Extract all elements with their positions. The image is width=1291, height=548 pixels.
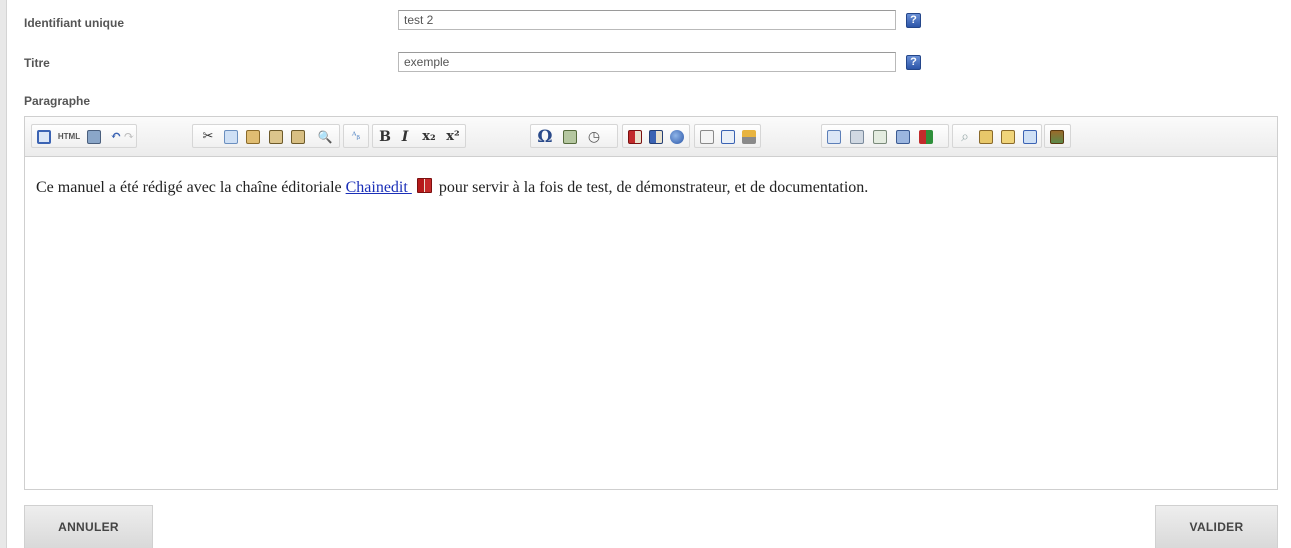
book-icon[interactable] bbox=[647, 128, 665, 146]
cancel-button[interactable]: ANNULER bbox=[24, 505, 153, 548]
bold-button[interactable]: B bbox=[376, 128, 394, 146]
redo-icon[interactable]: ↷ bbox=[124, 128, 135, 146]
paragraph-text: Ce manuel a été rédigé avec la chaîne éd… bbox=[36, 179, 346, 196]
popup-icon[interactable] bbox=[719, 128, 737, 146]
replace-icon[interactable]: ᴬᵦ bbox=[347, 128, 365, 146]
identifier-label: Identifiant unique bbox=[24, 16, 124, 30]
chainedit-link[interactable]: Chainedit bbox=[346, 179, 412, 196]
image-icon[interactable] bbox=[1048, 128, 1066, 146]
book-icon bbox=[416, 178, 432, 193]
subscript-button[interactable]: x₂ bbox=[418, 128, 440, 146]
toolbar-group-books bbox=[622, 124, 690, 148]
find-icon[interactable]: 🔍 bbox=[316, 128, 334, 146]
html-source-button[interactable]: HTML bbox=[56, 128, 82, 146]
edit-icon[interactable] bbox=[977, 128, 995, 146]
copy-icon[interactable] bbox=[222, 128, 240, 146]
cut-icon[interactable]: ✂ bbox=[199, 128, 217, 146]
media-icon[interactable] bbox=[871, 128, 889, 146]
title-label: Titre bbox=[24, 56, 50, 70]
paste-text-icon[interactable] bbox=[267, 128, 285, 146]
edit-icon[interactable] bbox=[999, 128, 1017, 146]
media-icon[interactable] bbox=[917, 128, 935, 146]
toolbar-group-image bbox=[1044, 124, 1071, 148]
toolbar-group-insert: Ω ◷ bbox=[530, 124, 618, 148]
paste-word-icon[interactable] bbox=[289, 128, 307, 146]
help-icon[interactable]: ? bbox=[906, 13, 921, 28]
superscript-button[interactable]: x² bbox=[442, 128, 464, 146]
media-icon[interactable] bbox=[848, 128, 866, 146]
paragraph-text: pour servir à la fois de test, de démons… bbox=[434, 179, 869, 196]
undo-icon[interactable]: ↶ bbox=[107, 128, 125, 146]
toolbar-group-tools: ⌕ bbox=[952, 124, 1042, 148]
editor-content[interactable]: Ce manuel a été rédigé avec la chaîne éd… bbox=[25, 157, 1277, 218]
paragraph-label: Paragraphe bbox=[24, 94, 91, 108]
special-char-button[interactable]: Ω bbox=[536, 128, 554, 146]
date-icon[interactable] bbox=[561, 128, 579, 146]
embed-icon[interactable] bbox=[1021, 128, 1039, 146]
book-icon[interactable] bbox=[626, 128, 644, 146]
toolbar-group-media bbox=[821, 124, 949, 148]
validate-button[interactable]: VALIDER bbox=[1155, 505, 1278, 548]
toolbar-group-pages bbox=[694, 124, 761, 148]
print-icon[interactable] bbox=[85, 128, 103, 146]
time-icon[interactable]: ◷ bbox=[585, 128, 603, 146]
title-input[interactable] bbox=[398, 52, 896, 72]
editor-toolbar: HTML ↶ ↷ ✂ 🔍 ᴬᵦ B I x₂ x² Ω ◷ ⌕ bbox=[25, 117, 1277, 157]
fullscreen-icon[interactable] bbox=[35, 128, 53, 146]
toolbar-group-format: B I x₂ x² bbox=[372, 124, 466, 148]
attachment-icon[interactable]: ⌕ bbox=[956, 128, 974, 146]
paste-icon[interactable] bbox=[244, 128, 262, 146]
media-icon[interactable] bbox=[825, 128, 843, 146]
identifier-input[interactable] bbox=[398, 10, 896, 30]
banner-icon[interactable] bbox=[740, 128, 758, 146]
toolbar-group-clipboard: ✂ 🔍 bbox=[192, 124, 340, 148]
italic-button[interactable]: I bbox=[396, 128, 414, 146]
media-icon[interactable] bbox=[894, 128, 912, 146]
globe-icon[interactable] bbox=[668, 128, 686, 146]
left-border bbox=[0, 0, 7, 548]
new-page-icon[interactable] bbox=[698, 128, 716, 146]
toolbar-group-document: HTML ↶ ↷ bbox=[31, 124, 137, 148]
toolbar-group-replace: ᴬᵦ bbox=[343, 124, 369, 148]
help-icon[interactable]: ? bbox=[906, 55, 921, 70]
rich-text-editor: HTML ↶ ↷ ✂ 🔍 ᴬᵦ B I x₂ x² Ω ◷ ⌕ Ce manue… bbox=[24, 116, 1278, 490]
